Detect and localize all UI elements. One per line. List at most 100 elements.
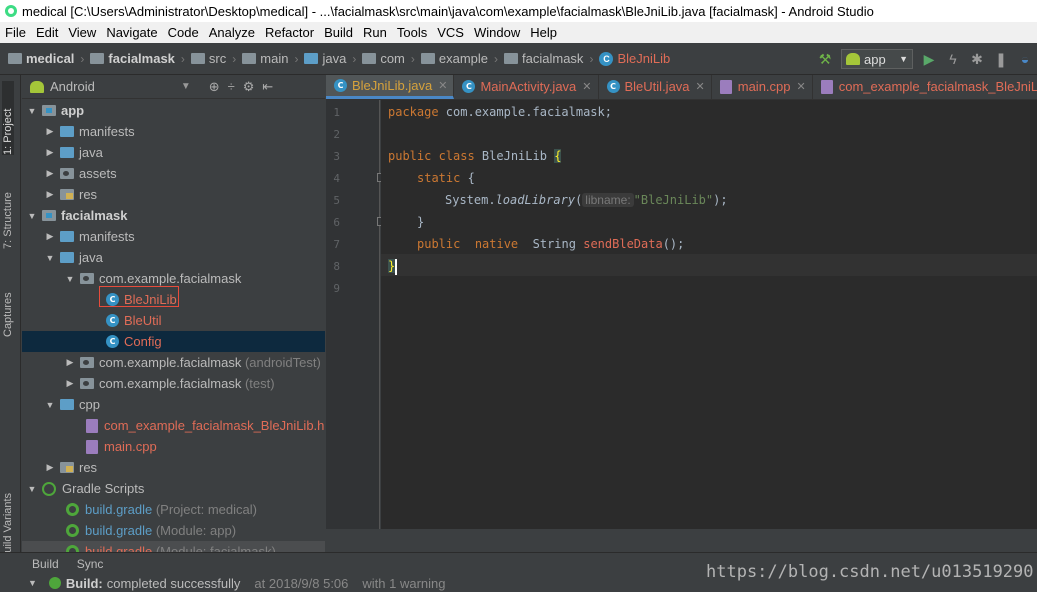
- expanded-arrow-icon[interactable]: ▼: [44, 253, 56, 263]
- tree-node-app-assets[interactable]: ▶ assets: [22, 163, 325, 184]
- tree-node-fm-res[interactable]: ▶ res: [22, 457, 325, 478]
- tree-node-pkg-test[interactable]: ▶ com.example.facialmask (test): [22, 373, 325, 394]
- expanded-arrow-icon[interactable]: ▼: [26, 484, 38, 494]
- line-number: 1: [333, 106, 340, 119]
- expanded-arrow-icon[interactable]: ▼: [44, 400, 56, 410]
- breadcrumb-example[interactable]: example: [420, 43, 488, 75]
- expanded-arrow-icon[interactable]: ▼: [26, 211, 38, 221]
- code-line-8[interactable]: }: [388, 255, 398, 277]
- tab-sync[interactable]: Sync: [71, 553, 110, 575]
- code-line-6[interactable]: }: [417, 211, 424, 233]
- expanded-arrow-icon[interactable]: ▼: [26, 106, 38, 116]
- breadcrumb-medical[interactable]: medical: [8, 43, 74, 75]
- tab-mainactivity-java[interactable]: C MainActivity.java ✕: [454, 75, 599, 99]
- collapsed-arrow-icon[interactable]: ▶: [44, 231, 56, 242]
- breadcrumb-facialmask[interactable]: facialmask: [90, 43, 175, 75]
- chevron-down-icon[interactable]: ▼: [181, 81, 191, 92]
- tab-build-variants[interactable]: Build Variants: [2, 480, 14, 560]
- hide-panel-icon[interactable]: ⇤: [262, 79, 273, 95]
- tree-node-gradle-scripts[interactable]: ▼ Gradle Scripts: [22, 478, 325, 499]
- menu-build[interactable]: Build: [319, 22, 358, 43]
- class-icon: C: [106, 335, 119, 348]
- breadcrumb-java[interactable]: java: [304, 43, 346, 75]
- gear-icon[interactable]: ⚙: [243, 79, 255, 95]
- code-line-7[interactable]: public native String sendBleData();: [417, 233, 684, 255]
- collapse-all-icon[interactable]: ÷: [228, 79, 235, 95]
- tree-node-app-manifests[interactable]: ▶ manifests: [22, 121, 325, 142]
- tab-blejnilib-java[interactable]: C BleJniLib.java ✕: [326, 75, 455, 99]
- debug-icon[interactable]: ✱: [969, 51, 985, 67]
- code-line-5[interactable]: System.loadLibrary(libname: "BleJniLib");: [445, 189, 728, 211]
- tree-node-cpp[interactable]: ▼ cpp: [22, 394, 325, 415]
- breadcrumb-com[interactable]: com: [362, 43, 405, 75]
- expanded-arrow-icon[interactable]: ▼: [28, 578, 37, 588]
- breadcrumb-src[interactable]: src: [190, 43, 226, 75]
- tree-node-app-res[interactable]: ▶ res: [22, 184, 325, 205]
- menu-edit[interactable]: Edit: [31, 22, 63, 43]
- left-tool-strip: 1: Project 7: Structure Captures Build V…: [0, 75, 21, 560]
- tree-node-main-cpp[interactable]: main.cpp: [22, 436, 325, 457]
- menu-vcs[interactable]: VCS: [432, 22, 469, 43]
- profile-icon[interactable]: ❚: [993, 51, 1009, 67]
- scroll-from-source-icon[interactable]: ⊕: [209, 79, 220, 95]
- tree-node-build-gradle-facialmask[interactable]: build.gradle (Module: facialmask): [22, 541, 325, 552]
- tree-node-app[interactable]: ▼ app: [22, 100, 325, 121]
- collapsed-arrow-icon[interactable]: ▶: [44, 462, 56, 473]
- sync-icon[interactable]: ◒: [1017, 51, 1033, 67]
- collapsed-arrow-icon[interactable]: ▶: [64, 378, 76, 389]
- folder-icon: [60, 399, 74, 410]
- tree-node-header-file[interactable]: com_example_facialmask_BleJniLib.h: [22, 415, 325, 436]
- tree-node-app-java[interactable]: ▶ java: [22, 142, 325, 163]
- menu-navigate[interactable]: Navigate: [101, 22, 162, 43]
- code-line-3[interactable]: public class BleJniLib {: [388, 145, 562, 167]
- close-icon[interactable]: ✕: [438, 79, 447, 92]
- breadcrumb-blejnilib[interactable]: C BleJniLib: [599, 43, 670, 75]
- tab-header-file[interactable]: com_example_facialmask_BleJniLib.h: [813, 75, 1037, 99]
- tab-project[interactable]: 1: Project: [2, 81, 14, 155]
- tree-node-fm-manifests[interactable]: ▶ manifests: [22, 226, 325, 247]
- menu-help[interactable]: Help: [525, 22, 562, 43]
- collapsed-arrow-icon[interactable]: ▶: [44, 147, 56, 158]
- menu-tools[interactable]: Tools: [392, 22, 432, 43]
- collapsed-arrow-icon[interactable]: ▶: [44, 126, 56, 137]
- tab-captures[interactable]: Captures: [2, 267, 14, 337]
- menu-file[interactable]: File: [0, 22, 31, 43]
- close-icon[interactable]: ✕: [582, 80, 591, 93]
- tab-main-cpp[interactable]: main.cpp ✕: [712, 75, 813, 99]
- menu-view[interactable]: View: [63, 22, 101, 43]
- run-icon[interactable]: ▶: [921, 51, 937, 67]
- tree-node-bleutil[interactable]: C BleUtil: [22, 310, 325, 331]
- tree-node-build-gradle-project[interactable]: build.gradle (Project: medical): [22, 499, 325, 520]
- tree-node-pkg-android-test[interactable]: ▶ com.example.facialmask (androidTest): [22, 352, 325, 373]
- tab-bleutil-java[interactable]: C BleUtil.java ✕: [599, 75, 712, 99]
- run-config-select[interactable]: app ▼: [841, 49, 913, 69]
- tree-node-facialmask[interactable]: ▼ facialmask: [22, 205, 325, 226]
- tab-build[interactable]: Build: [26, 553, 65, 575]
- line-number: 7: [333, 238, 340, 251]
- folder-icon: [242, 53, 257, 64]
- tree-node-fm-java[interactable]: ▼ java: [22, 247, 325, 268]
- hammer-icon[interactable]: ⚒: [817, 51, 833, 67]
- menu-code[interactable]: Code: [163, 22, 204, 43]
- folder-icon: [60, 231, 74, 242]
- close-icon[interactable]: ✕: [696, 80, 705, 93]
- tree-node-config[interactable]: C Config: [22, 331, 325, 352]
- breadcrumb-separator: ›: [232, 51, 237, 66]
- breadcrumb-main[interactable]: main: [242, 43, 288, 75]
- code-line-4[interactable]: static {: [417, 167, 475, 189]
- tree-node-build-gradle-app[interactable]: build.gradle (Module: app): [22, 520, 325, 541]
- collapsed-arrow-icon[interactable]: ▶: [64, 357, 76, 368]
- code-line-1[interactable]: package com.example.facialmask;: [388, 101, 612, 123]
- collapsed-arrow-icon[interactable]: ▶: [44, 168, 56, 179]
- menu-run[interactable]: Run: [358, 22, 392, 43]
- menu-analyze[interactable]: Analyze: [204, 22, 260, 43]
- expanded-arrow-icon[interactable]: ▼: [64, 274, 76, 284]
- tab-structure[interactable]: 7: Structure: [2, 169, 14, 249]
- apply-changes-icon[interactable]: ϟ: [945, 51, 961, 67]
- breadcrumb-facialmask-pkg[interactable]: facialmask: [504, 43, 583, 75]
- menu-refactor[interactable]: Refactor: [260, 22, 319, 43]
- project-view-select[interactable]: Android: [50, 79, 95, 94]
- close-icon[interactable]: ✕: [797, 80, 806, 93]
- collapsed-arrow-icon[interactable]: ▶: [44, 189, 56, 200]
- menu-window[interactable]: Window: [469, 22, 525, 43]
